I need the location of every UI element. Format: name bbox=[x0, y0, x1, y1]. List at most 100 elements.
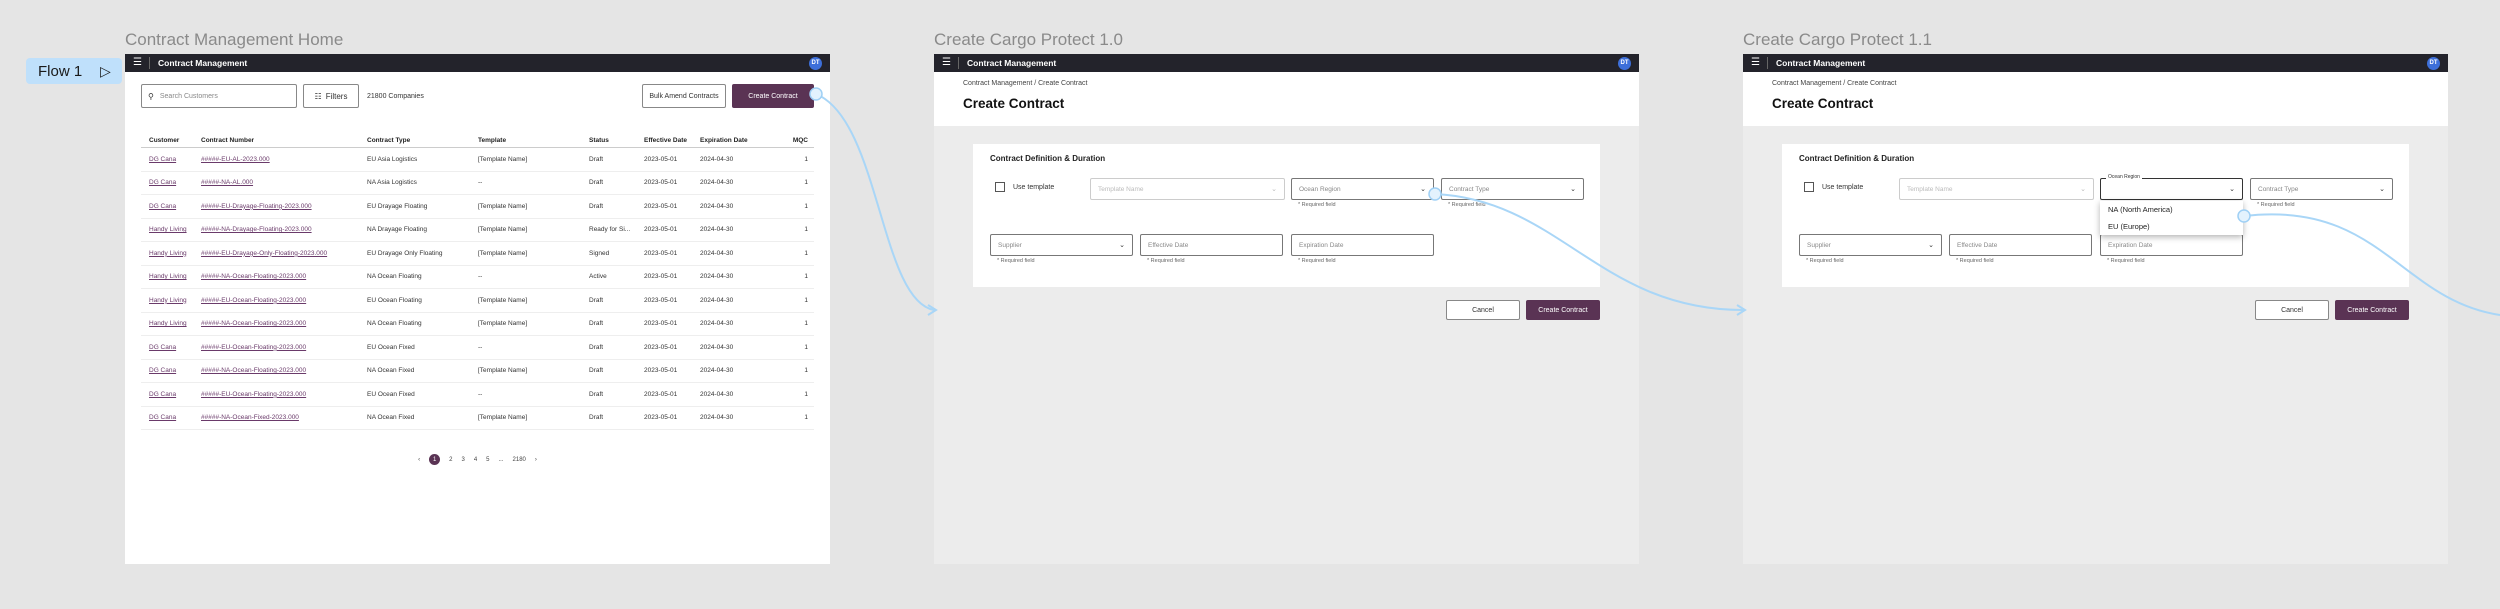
checkbox-box[interactable] bbox=[1804, 182, 1814, 192]
table-row[interactable]: Handy Living #####-NA-Ocean-Floating-2023… bbox=[141, 266, 814, 289]
expiration-date-field[interactable]: Expiration Date bbox=[2100, 234, 2243, 256]
filters-button[interactable]: ☷ Filters bbox=[303, 84, 359, 108]
cell-contract-number[interactable]: #####-EU-Ocean-Floating-2023.000 bbox=[201, 297, 306, 304]
table-row[interactable]: DG Cana #####-EU-Ocean-Floating-2023.000 E… bbox=[141, 383, 814, 407]
cell-customer[interactable]: DG Cana bbox=[149, 156, 176, 163]
expiration-date-field[interactable]: Expiration Date bbox=[1291, 234, 1434, 256]
page-button-active[interactable]: 1 bbox=[429, 454, 441, 465]
menu-icon[interactable]: ☰ bbox=[1751, 58, 1761, 68]
ocean-region-select-open[interactable]: Ocean Region ⌄ bbox=[2100, 174, 2243, 200]
create-contract-submit-button[interactable]: Create Contract bbox=[2335, 300, 2409, 320]
page-button[interactable]: 5 bbox=[486, 457, 489, 463]
column-header[interactable]: Effective Date bbox=[644, 137, 700, 144]
cell-mqc: 1 bbox=[804, 296, 808, 304]
breadcrumb[interactable]: Contract Management / Create Contract bbox=[963, 80, 1088, 87]
cell-mqc: 1 bbox=[804, 226, 808, 234]
cell-contract-number[interactable]: #####-NA-Drayage-Floating-2023.000 bbox=[201, 226, 312, 233]
cell-customer[interactable]: DG Cana bbox=[149, 203, 176, 210]
dropdown-option-eu[interactable]: EU (Europe) bbox=[2100, 218, 2243, 235]
avatar[interactable]: DT bbox=[1618, 56, 1631, 70]
search-input[interactable]: ⚲ Search Customers bbox=[141, 84, 297, 108]
cell-customer[interactable]: Handy Living bbox=[149, 320, 187, 327]
avatar[interactable]: DT bbox=[809, 56, 822, 70]
cell-status: Draft bbox=[589, 320, 604, 328]
column-header[interactable]: Status bbox=[589, 137, 644, 144]
cell-contract-number[interactable]: #####-NA-Ocean-Fixed-2023.000 bbox=[201, 414, 299, 421]
cell-contract-type: NA Ocean Fixed bbox=[367, 414, 415, 422]
table-row[interactable]: Handy Living #####-EU-Ocean-Floating-2023… bbox=[141, 289, 814, 313]
checkbox-box[interactable] bbox=[995, 182, 1005, 192]
table-row[interactable]: DG Cana #####-EU-Ocean-Floating-2023.000 E… bbox=[141, 336, 814, 360]
cell-customer[interactable]: Handy Living bbox=[149, 273, 187, 280]
use-template-checkbox[interactable]: Use template bbox=[1804, 182, 1863, 192]
contract-type-select[interactable]: Contract Type ⌄ bbox=[1441, 178, 1584, 200]
dropdown-option-na[interactable]: NA (North America) bbox=[2100, 201, 2243, 218]
use-template-checkbox[interactable]: Use template bbox=[995, 182, 1054, 192]
page-button[interactable]: 2 bbox=[449, 457, 452, 463]
cell-template: [Template Name] bbox=[478, 414, 528, 422]
cell-customer[interactable]: DG Cana bbox=[149, 344, 176, 351]
cell-customer[interactable]: DG Cana bbox=[149, 367, 176, 374]
supplier-select[interactable]: Supplier ⌄ bbox=[1799, 234, 1942, 256]
cell-customer[interactable]: DG Cana bbox=[149, 391, 176, 398]
create-contract-button[interactable]: Create Contract bbox=[732, 84, 814, 108]
cell-customer[interactable]: DG Cana bbox=[149, 179, 176, 186]
table-row[interactable]: DG Cana #####-NA-AL.000 NA Asia Logistics -… bbox=[141, 172, 814, 195]
cell-status: Draft bbox=[589, 367, 604, 375]
cell-contract-number[interactable]: #####-NA-AL.000 bbox=[201, 179, 253, 186]
supplier-select[interactable]: Supplier ⌄ bbox=[990, 234, 1133, 256]
table-row[interactable]: DG Cana #####-NA-Ocean-Fixed-2023.000 NA O… bbox=[141, 407, 814, 430]
column-header[interactable]: Customer bbox=[141, 137, 201, 144]
breadcrumb[interactable]: Contract Management / Create Contract bbox=[1772, 80, 1897, 87]
table-row[interactable]: Handy Living #####-NA-Drayage-Floating-20… bbox=[141, 219, 814, 242]
table-row[interactable]: DG Cana #####-EU-AL-2023.000 EU Asia Logis… bbox=[141, 148, 814, 172]
next-page-icon[interactable]: › bbox=[535, 457, 537, 463]
cell-mqc: 1 bbox=[804, 155, 808, 163]
cell-contract-number[interactable]: #####-EU-Drayage-Floating-2023.000 bbox=[201, 203, 312, 210]
page-button[interactable]: 3 bbox=[461, 457, 464, 463]
cell-contract-number[interactable]: #####-EU-Ocean-Floating-2023.000 bbox=[201, 344, 306, 351]
bulk-amend-button[interactable]: Bulk Amend Contracts bbox=[642, 84, 726, 108]
column-header[interactable]: Contract Type bbox=[367, 137, 478, 144]
form-actions: Cancel Create Contract bbox=[1446, 300, 1600, 320]
cell-customer[interactable]: Handy Living bbox=[149, 297, 187, 304]
cell-customer[interactable]: Handy Living bbox=[149, 226, 187, 233]
cancel-button[interactable]: Cancel bbox=[2255, 300, 2329, 320]
table-row[interactable]: DG Cana #####-EU-Drayage-Floating-2023.00… bbox=[141, 195, 814, 219]
ocean-region-select[interactable]: Ocean Region ⌄ bbox=[1291, 178, 1434, 200]
supplier-placeholder: Supplier bbox=[998, 241, 1022, 249]
page-button[interactable]: 4 bbox=[474, 457, 477, 463]
column-header[interactable]: Expiration Date bbox=[700, 137, 782, 144]
create-contract-submit-button[interactable]: Create Contract bbox=[1526, 300, 1600, 320]
table-row[interactable]: Handy Living #####-EU-Drayage-Only-Floati… bbox=[141, 242, 814, 266]
flow-badge[interactable]: Flow 1 ▷ bbox=[26, 58, 122, 84]
cancel-button[interactable]: Cancel bbox=[1446, 300, 1520, 320]
prev-page-icon[interactable]: ‹ bbox=[418, 457, 420, 463]
menu-icon[interactable]: ☰ bbox=[942, 58, 952, 68]
frame-title-home: Contract Management Home bbox=[125, 30, 344, 49]
menu-icon[interactable]: ☰ bbox=[133, 58, 143, 68]
column-header[interactable]: MQC bbox=[782, 137, 814, 144]
cell-contract-number[interactable]: #####-NA-Ocean-Floating-2023.000 bbox=[201, 273, 306, 280]
table-body: DG Cana #####-EU-AL-2023.000 EU Asia Logis… bbox=[141, 148, 814, 430]
cell-customer[interactable]: DG Cana bbox=[149, 414, 176, 421]
app-title: Contract Management bbox=[158, 58, 248, 68]
cell-customer[interactable]: Handy Living bbox=[149, 250, 187, 257]
cell-contract-number[interactable]: #####-EU-Drayage-Only-Floating-2023.000 bbox=[201, 250, 327, 257]
page-button[interactable]: 2180 bbox=[513, 457, 526, 463]
table-row[interactable]: Handy Living #####-NA-Ocean-Floating-2023… bbox=[141, 313, 814, 336]
cell-contract-number[interactable]: #####-EU-AL-2023.000 bbox=[201, 156, 270, 163]
page-ellipsis: ... bbox=[498, 456, 504, 463]
contract-type-select[interactable]: Contract Type ⌄ bbox=[2250, 178, 2393, 200]
frame-create-1-0: ☰ Contract Management DT Contract Manage… bbox=[934, 54, 1639, 564]
cell-contract-number[interactable]: #####-EU-Ocean-Floating-2023.000 bbox=[201, 391, 306, 398]
cell-contract-number[interactable]: #####-NA-Ocean-Floating-2023.000 bbox=[201, 320, 306, 327]
frame-home: ☰ Contract Management DT ⚲ Search Custom… bbox=[125, 54, 830, 564]
avatar[interactable]: DT bbox=[2427, 56, 2440, 70]
cell-contract-number[interactable]: #####-NA-Ocean-Floating-2023.000 bbox=[201, 367, 306, 374]
table-row[interactable]: DG Cana #####-NA-Ocean-Floating-2023.000 N… bbox=[141, 360, 814, 383]
column-header[interactable]: Template bbox=[478, 137, 589, 144]
column-header[interactable]: Contract Number bbox=[201, 137, 367, 144]
effective-date-field[interactable]: Effective Date bbox=[1140, 234, 1283, 256]
effective-date-field[interactable]: Effective Date bbox=[1949, 234, 2092, 256]
